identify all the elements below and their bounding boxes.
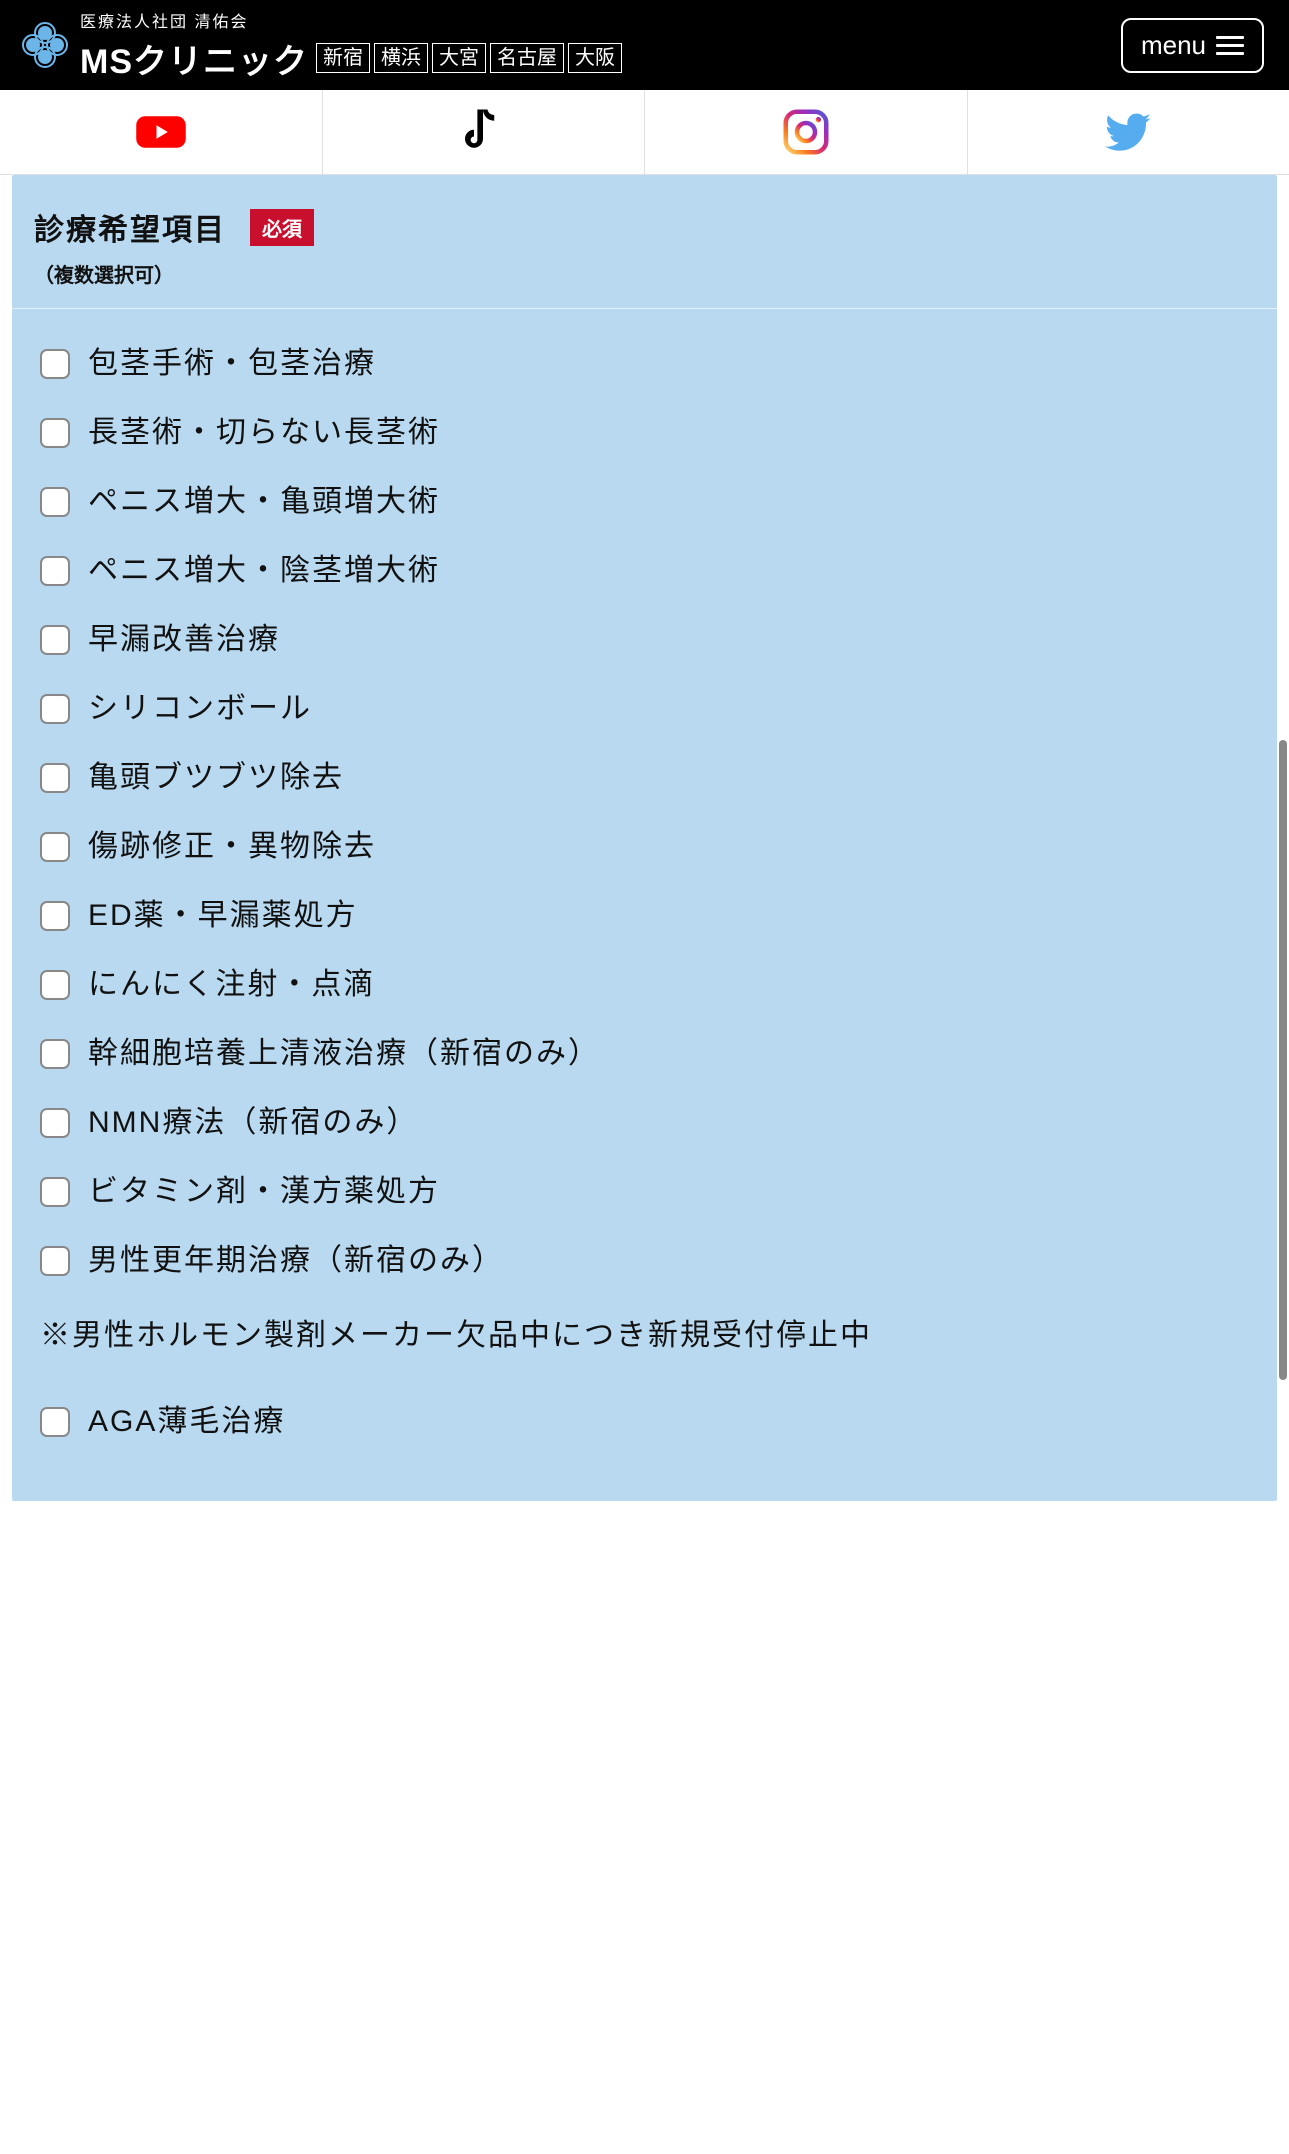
location-badge: 名古屋 [490,43,564,73]
site-header: 医療法人社団 清佑会 MSクリニック 新宿横浜大宮名古屋大阪 menu [0,0,1289,90]
section-header: 診療希望項目 必須 （複数選択可） [12,175,1277,309]
social-bar [0,90,1289,175]
section-subtitle: （複数選択可） [34,259,1255,288]
checkbox-label: にんにく注射・点滴 [88,965,375,1004]
checkbox-item[interactable]: 長茎術・切らない長茎術 [40,413,1249,452]
checkbox-item[interactable]: ペニス増大・陰茎増大術 [40,551,1249,590]
checkbox-label: ペニス増大・亀頭増大術 [88,482,440,521]
checkbox-label: シリコンボール [88,689,312,728]
checkbox-item[interactable]: 包茎手術・包茎治療 [40,344,1249,383]
note-text: ※男性ホルモン製剤メーカー欠品中につき新規受付停止中 [40,1300,1249,1372]
checkbox-list: 包茎手術・包茎治療長茎術・切らない長茎術ペニス増大・亀頭増大術ペニス増大・陰茎増… [12,309,1277,1501]
checkbox-item[interactable]: 早漏改善治療 [40,620,1249,659]
checkbox[interactable] [40,625,70,655]
location-badges: 新宿横浜大宮名古屋大阪 [316,43,622,73]
checkbox[interactable] [40,1177,70,1207]
location-badge: 大宮 [432,43,486,73]
tiktok-link[interactable] [323,90,646,174]
checkbox-item[interactable]: NMN療法（新宿のみ） [40,1103,1249,1142]
checkbox-label: ペニス増大・陰茎増大術 [88,551,440,590]
instagram-link[interactable] [645,90,968,174]
checkbox-item[interactable]: にんにく注射・点滴 [40,965,1249,1004]
tiktok-icon [456,105,510,159]
checkbox[interactable] [40,763,70,793]
twitter-link[interactable] [968,90,1289,174]
hamburger-icon [1216,36,1244,55]
checkbox-label: 傷跡修正・異物除去 [88,827,376,866]
menu-label: menu [1141,30,1206,61]
checkbox[interactable] [40,1246,70,1276]
youtube-icon [134,105,188,159]
instagram-icon [779,105,833,159]
menu-button[interactable]: menu [1121,18,1264,73]
content-area: 診療希望項目 必須 （複数選択可） 包茎手術・包茎治療長茎術・切らない長茎術ペニ… [0,175,1289,1501]
checkbox[interactable] [40,1039,70,1069]
checkbox-label: 幹細胞培養上清液治療（新宿のみ） [88,1034,600,1073]
checkbox-label: 包茎手術・包茎治療 [88,344,376,383]
location-badge: 新宿 [316,43,370,73]
checkbox[interactable] [40,694,70,724]
checkbox-label: 男性更年期治療（新宿のみ） [88,1241,504,1280]
checkbox[interactable] [40,901,70,931]
checkbox[interactable] [40,1108,70,1138]
checkbox-item[interactable]: ペニス増大・亀頭増大術 [40,482,1249,521]
form-section: 診療希望項目 必須 （複数選択可） 包茎手術・包茎治療長茎術・切らない長茎術ペニ… [12,175,1277,1501]
logo-name: MSクリニック [80,34,308,83]
checkbox-label: 長茎術・切らない長茎術 [88,413,440,452]
checkbox-item[interactable]: 亀頭ブツブツ除去 [40,758,1249,797]
checkbox-item[interactable]: 男性更年期治療（新宿のみ） [40,1241,1249,1280]
checkbox[interactable] [40,556,70,586]
twitter-icon [1101,105,1155,159]
checkbox-label: 亀頭ブツブツ除去 [88,758,344,797]
checkbox-label: AGA薄毛治療 [88,1402,285,1441]
checkbox-item[interactable]: 傷跡修正・異物除去 [40,827,1249,866]
location-badge: 横浜 [374,43,428,73]
youtube-link[interactable] [0,90,323,174]
logo-area[interactable]: 医療法人社団 清佑会 MSクリニック 新宿横浜大宮名古屋大阪 [20,8,622,83]
checkbox-label: ED薬・早漏薬処方 [88,896,358,935]
checkbox-label: NMN療法（新宿のみ） [88,1103,418,1142]
checkbox-item[interactable]: シリコンボール [40,689,1249,728]
checkbox-item[interactable]: ビタミン剤・漢方薬処方 [40,1172,1249,1211]
section-title: 診療希望項目 [34,205,226,249]
required-badge: 必須 [250,209,314,246]
location-badge: 大阪 [568,43,622,73]
checkbox-label: ビタミン剤・漢方薬処方 [88,1172,440,1211]
checkbox[interactable] [40,349,70,379]
checkbox-item[interactable]: 幹細胞培養上清液治療（新宿のみ） [40,1034,1249,1073]
scrollbar[interactable] [1279,740,1287,1380]
checkbox[interactable] [40,418,70,448]
logo-subtitle: 医療法人社団 清佑会 [80,8,622,32]
checkbox[interactable] [40,970,70,1000]
checkbox-item[interactable]: AGA薄毛治療 [40,1402,1249,1441]
logo-icon [20,20,70,70]
checkbox-item[interactable]: ED薬・早漏薬処方 [40,896,1249,935]
checkbox-label: 早漏改善治療 [88,620,280,659]
checkbox[interactable] [40,487,70,517]
checkbox[interactable] [40,832,70,862]
checkbox[interactable] [40,1407,70,1437]
